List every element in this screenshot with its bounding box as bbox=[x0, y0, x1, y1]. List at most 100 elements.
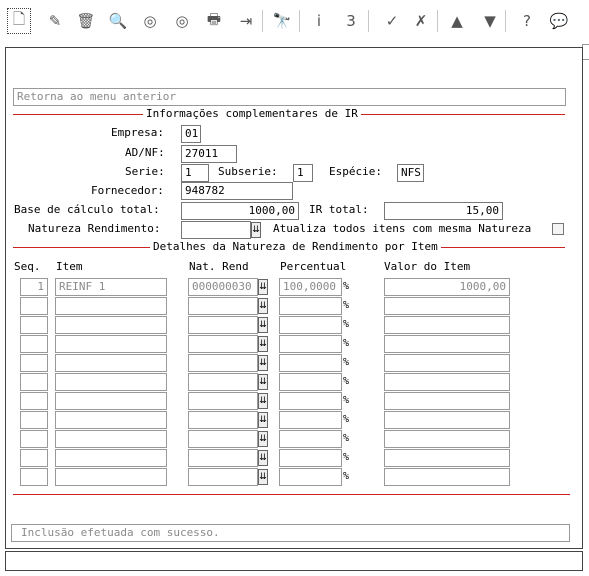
zoom-icon[interactable]: 3 bbox=[339, 8, 363, 34]
last-record-icon[interactable]: ▼ bbox=[478, 8, 502, 34]
percent-sign: % bbox=[343, 471, 350, 482]
seq-cell[interactable] bbox=[20, 354, 48, 372]
item-cell[interactable] bbox=[55, 335, 167, 353]
nat-rend-dropdown-icon[interactable]: ⇊ bbox=[258, 393, 268, 409]
ir-total-label: IR total: bbox=[309, 203, 369, 216]
nat-rend-cell[interactable] bbox=[188, 316, 258, 334]
subserie-field[interactable]: 1 bbox=[293, 164, 313, 182]
valor-item-cell[interactable] bbox=[384, 373, 510, 391]
info-icon[interactable]: i bbox=[307, 8, 331, 34]
empresa-field[interactable]: 01 bbox=[181, 125, 201, 143]
item-cell[interactable]: REINF 1 bbox=[55, 278, 167, 296]
fornecedor-field[interactable]: 948782 bbox=[181, 182, 293, 200]
seq-cell[interactable] bbox=[20, 297, 48, 315]
confirm-icon[interactable]: ✓ bbox=[380, 8, 404, 34]
seq-cell[interactable]: 1 bbox=[20, 278, 48, 296]
item-cell[interactable] bbox=[55, 468, 167, 486]
item-cell[interactable] bbox=[55, 316, 167, 334]
nat-rend-dropdown-icon[interactable]: ⇊ bbox=[258, 412, 268, 428]
delete-icon[interactable]: 🗑 bbox=[74, 8, 98, 34]
percentual-cell[interactable] bbox=[279, 392, 342, 410]
natureza-rendimento-field[interactable] bbox=[181, 221, 251, 239]
exit-icon[interactable]: ⇥ bbox=[234, 8, 258, 34]
nat-rend-dropdown-icon[interactable]: ⇊ bbox=[258, 317, 268, 333]
serie-label: Serie: bbox=[125, 165, 165, 178]
percentual-cell[interactable] bbox=[279, 468, 342, 486]
nat-rend-dropdown-icon[interactable]: ⇊ bbox=[258, 374, 268, 390]
nat-rend-dropdown-icon[interactable]: ⇊ bbox=[258, 355, 268, 371]
seq-cell[interactable] bbox=[20, 373, 48, 391]
nat-rend-dropdown-icon[interactable]: ⇊ bbox=[258, 450, 268, 466]
nat-rend-dropdown-icon[interactable]: ⇊ bbox=[258, 336, 268, 352]
seq-cell[interactable] bbox=[20, 468, 48, 486]
column-header-valor: Valor do Item bbox=[384, 260, 471, 273]
valor-item-cell[interactable] bbox=[384, 354, 510, 372]
nat-rend-dropdown-icon[interactable]: ⇊ bbox=[258, 469, 268, 485]
base-calculo-field[interactable]: 1000,00 bbox=[181, 202, 299, 220]
nat-rend-cell[interactable] bbox=[188, 392, 258, 410]
percentual-cell[interactable] bbox=[279, 335, 342, 353]
help-icon[interactable]: ? bbox=[515, 8, 539, 34]
comment-icon[interactable]: 💬 bbox=[547, 8, 571, 34]
especie-field[interactable]: NFS bbox=[397, 164, 424, 182]
valor-item-cell[interactable]: 1000,00 bbox=[384, 278, 510, 296]
item-cell[interactable] bbox=[55, 449, 167, 467]
percentual-cell[interactable] bbox=[279, 316, 342, 334]
valor-item-cell[interactable] bbox=[384, 468, 510, 486]
percentual-cell[interactable] bbox=[279, 354, 342, 372]
item-cell[interactable] bbox=[55, 411, 167, 429]
valor-item-cell[interactable] bbox=[384, 297, 510, 315]
nat-rend-cell[interactable] bbox=[188, 468, 258, 486]
percentual-cell[interactable] bbox=[279, 297, 342, 315]
seq-cell[interactable] bbox=[20, 335, 48, 353]
seq-cell[interactable] bbox=[20, 316, 48, 334]
seq-cell[interactable] bbox=[20, 430, 48, 448]
nat-rend-dropdown-icon[interactable]: ⇊ bbox=[258, 279, 268, 295]
nat-rend-cell[interactable] bbox=[188, 449, 258, 467]
first-record-icon[interactable]: ▲ bbox=[445, 8, 469, 34]
previous-record-icon[interactable]: ◎ bbox=[138, 8, 162, 34]
nat-rend-cell[interactable] bbox=[188, 411, 258, 429]
cancel-icon[interactable]: ✗ bbox=[409, 8, 433, 34]
percentual-cell[interactable] bbox=[279, 411, 342, 429]
nat-rend-cell[interactable] bbox=[188, 354, 258, 372]
percentual-cell[interactable] bbox=[279, 430, 342, 448]
valor-item-cell[interactable] bbox=[384, 449, 510, 467]
nat-rend-cell[interactable]: 000000030 bbox=[188, 278, 258, 296]
back-to-menu-field[interactable]: Retorna ao menu anterior bbox=[13, 88, 566, 106]
nat-rend-cell[interactable] bbox=[188, 430, 258, 448]
serie-field[interactable]: 1 bbox=[181, 164, 209, 182]
seq-cell[interactable] bbox=[20, 449, 48, 467]
valor-item-cell[interactable] bbox=[384, 335, 510, 353]
item-cell[interactable] bbox=[55, 430, 167, 448]
atualiza-checkbox[interactable] bbox=[552, 223, 564, 235]
new-document-icon[interactable]: 🗋 bbox=[7, 8, 31, 34]
percentual-cell[interactable]: 100,0000 bbox=[279, 278, 342, 296]
ir-total-field[interactable]: 15,00 bbox=[384, 202, 503, 220]
print-icon[interactable]: 🖶 bbox=[202, 8, 226, 34]
nat-rend-dropdown-icon[interactable]: ⇊ bbox=[258, 431, 268, 447]
nat-rend-cell[interactable] bbox=[188, 373, 258, 391]
search-icon[interactable]: 🔍 bbox=[106, 8, 130, 34]
seq-cell[interactable] bbox=[20, 411, 48, 429]
valor-item-cell[interactable] bbox=[384, 392, 510, 410]
seq-cell[interactable] bbox=[20, 392, 48, 410]
valor-item-cell[interactable] bbox=[384, 430, 510, 448]
adnf-field[interactable]: 27011 bbox=[181, 145, 237, 163]
item-cell[interactable] bbox=[55, 354, 167, 372]
nat-rend-cell[interactable] bbox=[188, 297, 258, 315]
item-cell[interactable] bbox=[55, 297, 167, 315]
scrollbar[interactable] bbox=[582, 44, 589, 60]
item-cell[interactable] bbox=[55, 373, 167, 391]
valor-item-cell[interactable] bbox=[384, 411, 510, 429]
nat-rend-cell[interactable] bbox=[188, 335, 258, 353]
valor-item-cell[interactable] bbox=[384, 316, 510, 334]
percentual-cell[interactable] bbox=[279, 449, 342, 467]
nat-rend-dropdown-icon[interactable]: ⇊ bbox=[258, 298, 268, 314]
natureza-dropdown-icon[interactable]: ⇊ bbox=[251, 222, 261, 238]
find-icon[interactable]: 🔭 bbox=[270, 8, 294, 34]
item-cell[interactable] bbox=[55, 392, 167, 410]
percentual-cell[interactable] bbox=[279, 373, 342, 391]
next-record-icon[interactable]: ◎ bbox=[170, 8, 194, 34]
edit-icon[interactable]: ✎ bbox=[43, 8, 67, 34]
